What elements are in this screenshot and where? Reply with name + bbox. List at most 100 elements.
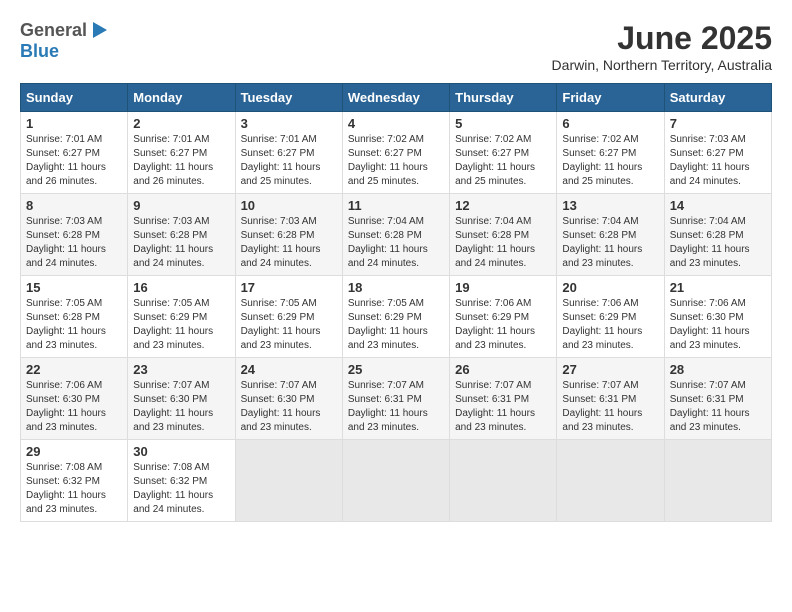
calendar-cell bbox=[235, 440, 342, 522]
col-thursday: Thursday bbox=[450, 84, 557, 112]
day-info: Sunrise: 7:02 AMSunset: 6:27 PMDaylight:… bbox=[348, 133, 444, 189]
day-number: 24 bbox=[241, 362, 337, 377]
logo-general-text: General bbox=[20, 21, 87, 41]
calendar-cell: 13 Sunrise: 7:04 AMSunset: 6:28 PMDaylig… bbox=[557, 194, 664, 276]
day-number: 27 bbox=[562, 362, 658, 377]
day-info: Sunrise: 7:04 AMSunset: 6:28 PMDaylight:… bbox=[348, 215, 444, 271]
calendar-cell: 4 Sunrise: 7:02 AMSunset: 6:27 PMDayligh… bbox=[342, 112, 449, 194]
day-info: Sunrise: 7:06 AMSunset: 6:29 PMDaylight:… bbox=[562, 297, 658, 353]
day-info: Sunrise: 7:03 AMSunset: 6:28 PMDaylight:… bbox=[241, 215, 337, 271]
day-number: 10 bbox=[241, 198, 337, 213]
day-info: Sunrise: 7:01 AMSunset: 6:27 PMDaylight:… bbox=[241, 133, 337, 189]
calendar-cell: 6 Sunrise: 7:02 AMSunset: 6:27 PMDayligh… bbox=[557, 112, 664, 194]
day-number: 14 bbox=[670, 198, 766, 213]
day-number: 16 bbox=[133, 280, 229, 295]
calendar-cell: 2 Sunrise: 7:01 AMSunset: 6:27 PMDayligh… bbox=[128, 112, 235, 194]
day-number: 12 bbox=[455, 198, 551, 213]
calendar-cell: 18 Sunrise: 7:05 AMSunset: 6:29 PMDaylig… bbox=[342, 276, 449, 358]
day-info: Sunrise: 7:05 AMSunset: 6:28 PMDaylight:… bbox=[26, 297, 122, 353]
day-info: Sunrise: 7:05 AMSunset: 6:29 PMDaylight:… bbox=[133, 297, 229, 353]
calendar-cell bbox=[450, 440, 557, 522]
calendar-cell: 16 Sunrise: 7:05 AMSunset: 6:29 PMDaylig… bbox=[128, 276, 235, 358]
day-info: Sunrise: 7:05 AMSunset: 6:29 PMDaylight:… bbox=[348, 297, 444, 353]
calendar-cell: 19 Sunrise: 7:06 AMSunset: 6:29 PMDaylig… bbox=[450, 276, 557, 358]
day-info: Sunrise: 7:05 AMSunset: 6:29 PMDaylight:… bbox=[241, 297, 337, 353]
calendar-cell bbox=[342, 440, 449, 522]
calendar-table: Sunday Monday Tuesday Wednesday Thursday… bbox=[20, 83, 772, 522]
calendar-cell: 24 Sunrise: 7:07 AMSunset: 6:30 PMDaylig… bbox=[235, 358, 342, 440]
col-wednesday: Wednesday bbox=[342, 84, 449, 112]
day-info: Sunrise: 7:03 AMSunset: 6:27 PMDaylight:… bbox=[670, 133, 766, 189]
day-number: 18 bbox=[348, 280, 444, 295]
col-monday: Monday bbox=[128, 84, 235, 112]
col-saturday: Saturday bbox=[664, 84, 771, 112]
day-info: Sunrise: 7:06 AMSunset: 6:30 PMDaylight:… bbox=[670, 297, 766, 353]
day-number: 23 bbox=[133, 362, 229, 377]
calendar-cell: 30 Sunrise: 7:08 AMSunset: 6:32 PMDaylig… bbox=[128, 440, 235, 522]
calendar-cell: 14 Sunrise: 7:04 AMSunset: 6:28 PMDaylig… bbox=[664, 194, 771, 276]
calendar-cell: 21 Sunrise: 7:06 AMSunset: 6:30 PMDaylig… bbox=[664, 276, 771, 358]
day-number: 15 bbox=[26, 280, 122, 295]
day-number: 22 bbox=[26, 362, 122, 377]
page-header: General Blue June 2025 Darwin, Northern … bbox=[20, 20, 772, 73]
calendar-cell: 28 Sunrise: 7:07 AMSunset: 6:31 PMDaylig… bbox=[664, 358, 771, 440]
day-number: 13 bbox=[562, 198, 658, 213]
calendar-cell: 23 Sunrise: 7:07 AMSunset: 6:30 PMDaylig… bbox=[128, 358, 235, 440]
calendar-cell: 7 Sunrise: 7:03 AMSunset: 6:27 PMDayligh… bbox=[664, 112, 771, 194]
day-info: Sunrise: 7:01 AMSunset: 6:27 PMDaylight:… bbox=[133, 133, 229, 189]
calendar-cell: 20 Sunrise: 7:06 AMSunset: 6:29 PMDaylig… bbox=[557, 276, 664, 358]
logo-blue-text: Blue bbox=[20, 42, 111, 62]
day-number: 29 bbox=[26, 444, 122, 459]
day-info: Sunrise: 7:06 AMSunset: 6:29 PMDaylight:… bbox=[455, 297, 551, 353]
day-number: 1 bbox=[26, 116, 122, 131]
col-friday: Friday bbox=[557, 84, 664, 112]
day-info: Sunrise: 7:02 AMSunset: 6:27 PMDaylight:… bbox=[562, 133, 658, 189]
calendar-cell: 11 Sunrise: 7:04 AMSunset: 6:28 PMDaylig… bbox=[342, 194, 449, 276]
day-number: 25 bbox=[348, 362, 444, 377]
day-info: Sunrise: 7:08 AMSunset: 6:32 PMDaylight:… bbox=[133, 461, 229, 517]
day-number: 21 bbox=[670, 280, 766, 295]
day-number: 19 bbox=[455, 280, 551, 295]
col-sunday: Sunday bbox=[21, 84, 128, 112]
day-number: 3 bbox=[241, 116, 337, 131]
calendar-cell: 25 Sunrise: 7:07 AMSunset: 6:31 PMDaylig… bbox=[342, 358, 449, 440]
day-info: Sunrise: 7:03 AMSunset: 6:28 PMDaylight:… bbox=[133, 215, 229, 271]
calendar-cell: 17 Sunrise: 7:05 AMSunset: 6:29 PMDaylig… bbox=[235, 276, 342, 358]
location-subtitle: Darwin, Northern Territory, Australia bbox=[552, 57, 772, 73]
day-info: Sunrise: 7:02 AMSunset: 6:27 PMDaylight:… bbox=[455, 133, 551, 189]
day-info: Sunrise: 7:07 AMSunset: 6:31 PMDaylight:… bbox=[455, 379, 551, 435]
day-number: 9 bbox=[133, 198, 229, 213]
day-number: 7 bbox=[670, 116, 766, 131]
day-info: Sunrise: 7:07 AMSunset: 6:31 PMDaylight:… bbox=[670, 379, 766, 435]
calendar-cell: 27 Sunrise: 7:07 AMSunset: 6:31 PMDaylig… bbox=[557, 358, 664, 440]
calendar-cell bbox=[664, 440, 771, 522]
calendar-cell: 26 Sunrise: 7:07 AMSunset: 6:31 PMDaylig… bbox=[450, 358, 557, 440]
calendar-cell: 8 Sunrise: 7:03 AMSunset: 6:28 PMDayligh… bbox=[21, 194, 128, 276]
day-info: Sunrise: 7:03 AMSunset: 6:28 PMDaylight:… bbox=[26, 215, 122, 271]
day-number: 28 bbox=[670, 362, 766, 377]
day-info: Sunrise: 7:07 AMSunset: 6:31 PMDaylight:… bbox=[348, 379, 444, 435]
calendar-cell bbox=[557, 440, 664, 522]
day-number: 11 bbox=[348, 198, 444, 213]
day-info: Sunrise: 7:06 AMSunset: 6:30 PMDaylight:… bbox=[26, 379, 122, 435]
calendar-cell: 3 Sunrise: 7:01 AMSunset: 6:27 PMDayligh… bbox=[235, 112, 342, 194]
day-number: 20 bbox=[562, 280, 658, 295]
logo: General Blue bbox=[20, 20, 111, 62]
day-number: 17 bbox=[241, 280, 337, 295]
calendar-week-3: 15 Sunrise: 7:05 AMSunset: 6:28 PMDaylig… bbox=[21, 276, 772, 358]
day-number: 8 bbox=[26, 198, 122, 213]
logo-triangle-icon bbox=[89, 20, 111, 42]
day-number: 30 bbox=[133, 444, 229, 459]
month-year-title: June 2025 bbox=[552, 20, 772, 57]
calendar-header-row: Sunday Monday Tuesday Wednesday Thursday… bbox=[21, 84, 772, 112]
calendar-cell: 1 Sunrise: 7:01 AMSunset: 6:27 PMDayligh… bbox=[21, 112, 128, 194]
calendar-cell: 5 Sunrise: 7:02 AMSunset: 6:27 PMDayligh… bbox=[450, 112, 557, 194]
day-number: 5 bbox=[455, 116, 551, 131]
day-info: Sunrise: 7:07 AMSunset: 6:30 PMDaylight:… bbox=[133, 379, 229, 435]
col-tuesday: Tuesday bbox=[235, 84, 342, 112]
day-info: Sunrise: 7:04 AMSunset: 6:28 PMDaylight:… bbox=[562, 215, 658, 271]
calendar-cell: 29 Sunrise: 7:08 AMSunset: 6:32 PMDaylig… bbox=[21, 440, 128, 522]
calendar-week-5: 29 Sunrise: 7:08 AMSunset: 6:32 PMDaylig… bbox=[21, 440, 772, 522]
calendar-cell: 9 Sunrise: 7:03 AMSunset: 6:28 PMDayligh… bbox=[128, 194, 235, 276]
day-info: Sunrise: 7:04 AMSunset: 6:28 PMDaylight:… bbox=[455, 215, 551, 271]
